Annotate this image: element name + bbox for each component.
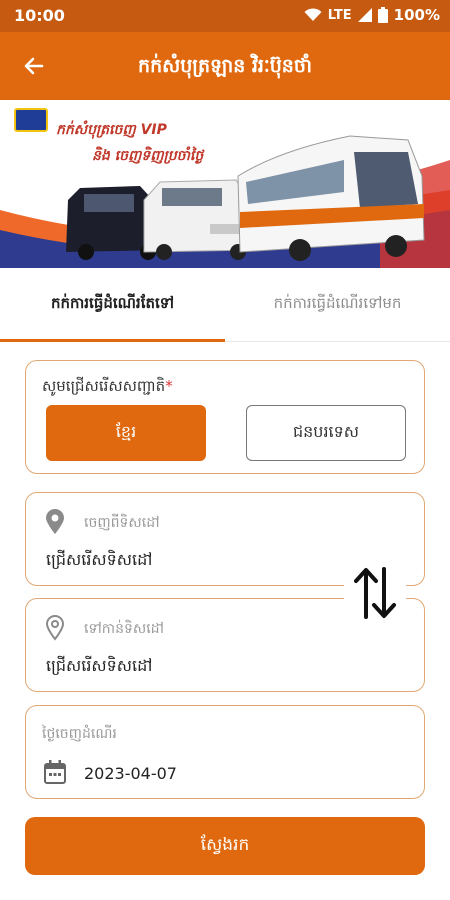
battery-icon xyxy=(377,7,388,23)
banner-text-2: និង ចេញទិញប្រចាំថ្ងៃ xyxy=(92,148,204,164)
swap-locations-button[interactable] xyxy=(344,560,406,626)
location-pin-icon xyxy=(46,509,64,534)
back-button[interactable] xyxy=(18,50,50,82)
departure-date-value: 2023-04-07 xyxy=(84,764,177,783)
departure-date-field[interactable]: ថ្ងៃចេញដំណើរ 2023-04-07 xyxy=(25,705,425,799)
nationality-khmer-label: ខ្មែរ xyxy=(115,422,137,441)
calendar-icon xyxy=(44,760,66,784)
nationality-khmer-button[interactable]: ខ្មែរ xyxy=(46,405,206,461)
page-title: កក់សំបុត្រឡាន វិរៈប៊ុនថាំ xyxy=(138,55,312,77)
active-tab-indicator xyxy=(0,339,225,342)
promo-banner: កក់សំបុត្រចេញ VIP និង ចេញទិញប្រចាំថ្ងៃ xyxy=(0,100,450,268)
status-time: 10:00 xyxy=(14,6,65,25)
signal-icon xyxy=(357,8,372,22)
nationality-card: សូមជ្រើសរើសសញ្ជាតិ* ខ្មែរ ជនបរទេស xyxy=(25,360,425,474)
tab-round-trip-label: កក់ការធ្វើដំណើរទៅមក xyxy=(273,294,402,312)
location-pin-outline-icon xyxy=(45,615,65,641)
from-location-value: ជ្រើសរើសទិសដៅ xyxy=(46,550,153,569)
tab-one-way-label: កក់ការធ្វើដំណើរតែទៅ xyxy=(50,294,175,312)
network-type: LTE xyxy=(327,7,352,23)
to-location-hint: ទៅកាន់ទិសដៅ xyxy=(84,621,164,637)
company-logo xyxy=(14,108,48,132)
from-location-hint: ចេញពីទិសដៅ xyxy=(84,515,160,531)
app-bar: កក់សំបុត្រឡាន វិរៈប៊ុនថាំ xyxy=(0,32,450,100)
nationality-label-text: សូមជ្រើសរើសសញ្ជាតិ xyxy=(42,377,166,395)
swap-vertical-icon xyxy=(354,567,396,619)
arrow-left-icon xyxy=(24,57,44,75)
nationality-foreigner-label: ជនបរទេស xyxy=(292,422,359,441)
trip-type-tabs: កក់ការធ្វើដំណើរតែទៅ កក់ការធ្វើដំណើរទៅមក xyxy=(0,268,450,342)
to-location-value: ជ្រើសរើសទិសដៅ xyxy=(46,656,153,675)
departure-date-hint: ថ្ងៃចេញដំណើរ xyxy=(42,726,117,742)
nationality-label: សូមជ្រើសរើសសញ្ជាតិ* xyxy=(42,377,173,399)
required-mark: * xyxy=(165,377,173,395)
search-button[interactable]: ស្វែងរក xyxy=(25,817,425,875)
tab-one-way[interactable]: កក់ការធ្វើដំណើរតែទៅ xyxy=(0,268,225,342)
search-button-label: ស្វែងរក xyxy=(200,834,250,855)
status-bar: 10:00 LTE 100% xyxy=(0,0,450,32)
wifi-icon xyxy=(304,8,322,21)
nationality-foreigner-button[interactable]: ជនបរទេស xyxy=(246,405,406,461)
status-icons: LTE 100% xyxy=(304,6,440,24)
banner-text-1: កក់សំបុត្រចេញ VIP xyxy=(56,122,167,138)
large-bus xyxy=(237,135,425,261)
tab-round-trip[interactable]: កក់ការធ្វើដំណើរទៅមក xyxy=(225,268,450,342)
battery-level: 100% xyxy=(393,6,440,24)
